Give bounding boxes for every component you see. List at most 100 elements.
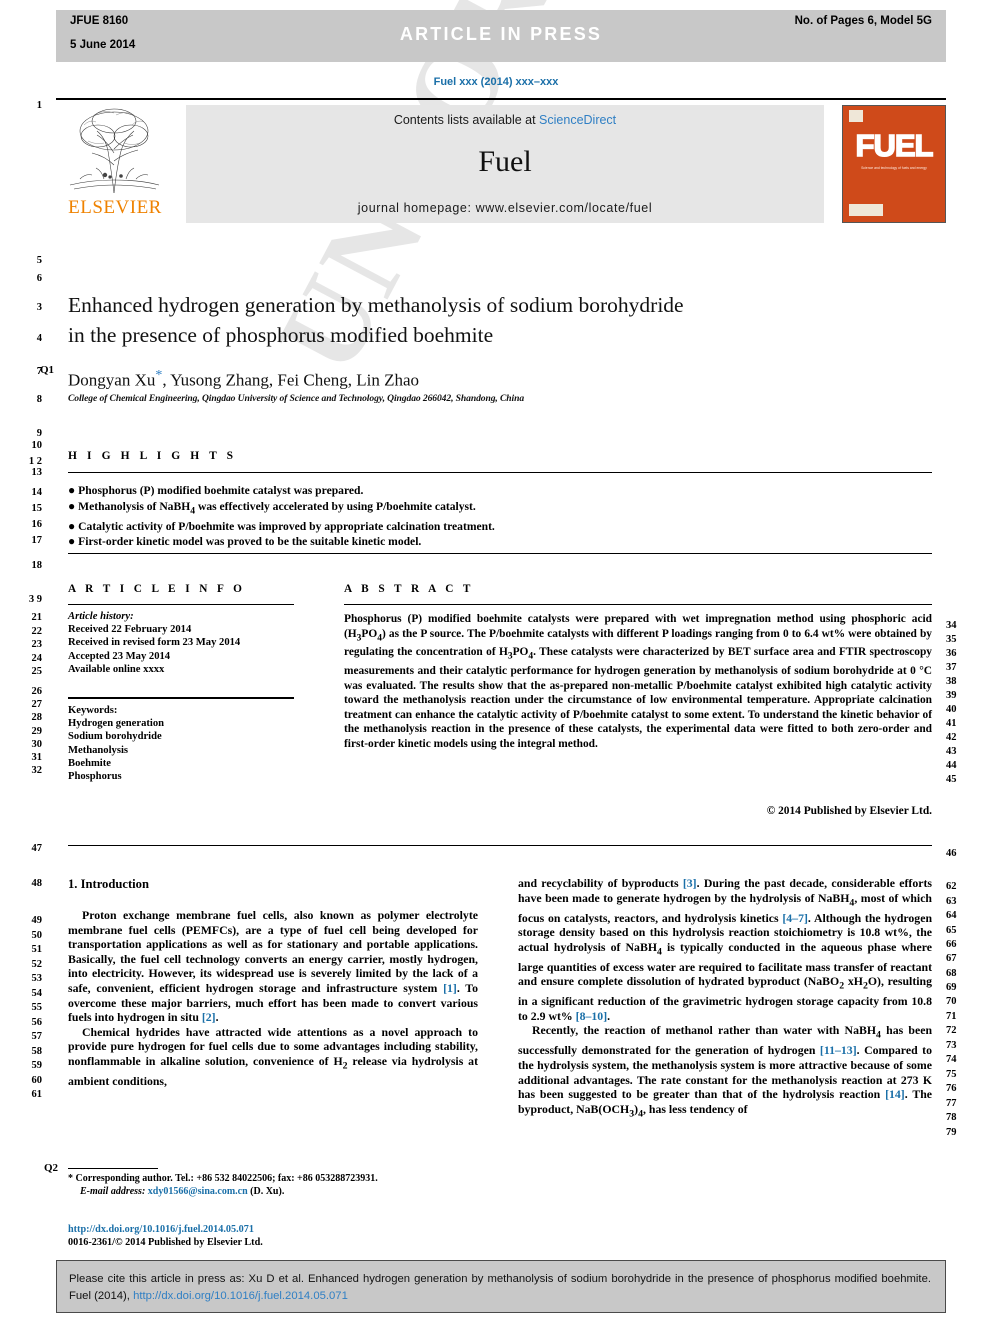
page-title: Enhanced hydrogen generation by methanol… [68, 290, 868, 350]
line-number: 26 [31, 686, 43, 697]
article-history: Article history: Received 22 February 20… [68, 610, 318, 676]
line-number: 39 [946, 690, 957, 701]
line-number: 45 [946, 774, 957, 785]
cite-doi-link[interactable]: http://dx.doi.org/10.1016/j.fuel.2014.05… [133, 1290, 348, 1302]
title-line-1: Enhanced hydrogen generation by methanol… [68, 293, 684, 317]
cite-text: Please cite this article in press as: Xu… [69, 1271, 931, 1305]
line-number: 62 [946, 881, 957, 892]
line-number: 46 [946, 848, 957, 859]
journal-header-box: Contents lists available at ScienceDirec… [186, 105, 824, 223]
line-number: 76 [946, 1083, 957, 1094]
email-suffix: (D. Xu). [250, 1185, 285, 1197]
line-number: 32 [31, 765, 43, 776]
line-number: 73 [946, 1040, 957, 1051]
abstract-rule-bottom [68, 845, 932, 846]
line-number: 72 [946, 1025, 957, 1036]
line-number: 70 [946, 996, 957, 1007]
highlights-rule-bottom [68, 553, 932, 554]
email-note: E-mail address: xdy01566@sina.com.cn (D.… [68, 1186, 478, 1199]
elsevier-wordmark: ELSEVIER [68, 197, 162, 218]
footnote-rule [68, 1168, 158, 1169]
line-number: 57 [31, 1031, 43, 1042]
line-number: 21 [31, 612, 43, 623]
line-number: 31 [31, 752, 43, 763]
line-number: 69 [946, 982, 957, 993]
author-list: Dongyan Xu*, Yusong Zhang, Fei Cheng, Li… [68, 368, 868, 391]
query-tag-q1[interactable]: Q1 [40, 364, 54, 376]
line-number: 5 [36, 255, 42, 266]
line-number: 4 [36, 333, 42, 344]
author-rest: , Yusong Zhang, Fei Cheng, Lin Zhao [162, 370, 420, 390]
cover-subtitle: Science and technology of fuels and ener… [861, 166, 927, 170]
line-number: 63 [946, 896, 957, 907]
keyword-item: Methanolysis [68, 744, 129, 756]
line-number: 37 [946, 662, 957, 673]
abstract-heading: A B S T R A C T [344, 583, 474, 595]
line-number: 17 [31, 535, 43, 546]
line-number: 25 [31, 666, 43, 677]
email-link[interactable]: xdy01566@sina.com.cn [148, 1186, 248, 1197]
line-number: 13 [31, 467, 43, 478]
line-number: 61 [31, 1089, 43, 1100]
journal-homepage[interactable]: journal homepage: www.elsevier.com/locat… [186, 201, 824, 215]
line-number: 79 [946, 1127, 957, 1138]
sciencedirect-link[interactable]: ScienceDirect [539, 113, 616, 127]
elsevier-logo: ELSEVIER [56, 105, 174, 223]
line-number: 34 [946, 620, 957, 631]
paragraph: Chemical hydrides have attracted wide at… [68, 1024, 478, 1088]
author-first: Dongyan Xu [68, 370, 156, 390]
list-item: ● Catalytic activity of P/boehmite was i… [68, 518, 495, 533]
keyword-item: Hydrogen generation [68, 718, 165, 730]
body-column-right: and recyclability of byproducts [3]. Dur… [518, 876, 932, 1122]
line-number: 28 [31, 712, 43, 723]
footnote-block: * Corresponding author. Tel.: +86 532 84… [68, 1173, 478, 1198]
highlights-rule-top [68, 472, 932, 473]
line-number: 1 2 [28, 456, 42, 467]
query-tag-q2[interactable]: Q2 [44, 1162, 58, 1174]
article-in-press-label: ARTICLE IN PRESS [399, 24, 603, 44]
article-in-press-bar: JFUE 8160 5 June 2014 ARTICLE IN PRESS N… [56, 10, 946, 62]
line-number: 40 [946, 704, 957, 715]
doi-link[interactable]: http://dx.doi.org/10.1016/j.fuel.2014.05… [68, 1224, 478, 1237]
article-info-heading: A R T I C L E I N F O [68, 583, 246, 595]
line-number: 71 [946, 1011, 957, 1022]
line-number: 42 [946, 732, 957, 743]
paper-page: UNCORRECTED PROOF JFUE 8160 5 June 2014 … [0, 0, 992, 1323]
line-number: 64 [946, 910, 957, 921]
line-number: 16 [31, 519, 43, 530]
line-number: 1 [36, 100, 42, 111]
highlight-text: Methanolysis of NaBH4 was effectively ac… [78, 499, 476, 516]
line-number: 74 [946, 1054, 957, 1065]
line-number: 48 [31, 878, 43, 889]
line-number: 38 [946, 676, 957, 687]
paragraph: and recyclability of byproducts [3]. Dur… [518, 876, 933, 1023]
running-head: Fuel xxx (2014) xxx–xxx [433, 76, 559, 88]
history-item: Accepted 23 May 2014 [68, 650, 171, 662]
line-number: 36 [946, 648, 957, 659]
line-number: 77 [946, 1098, 957, 1109]
line-number: 24 [31, 653, 43, 664]
abstract-copyright: © 2014 Published by Elsevier Ltd. [766, 805, 932, 817]
keyword-item: Sodium borohydride [68, 731, 162, 743]
line-number: 27 [31, 699, 43, 710]
line-number: 56 [31, 1017, 43, 1028]
title-line-2: in the presence of phosphorus modified b… [68, 323, 494, 347]
keyword-item: Boehmite [68, 757, 111, 769]
line-number: 53 [31, 973, 43, 984]
line-number: 7 [36, 366, 42, 377]
affiliation: College of Chemical Engineering, Qingdao… [68, 393, 525, 404]
line-number: 52 [31, 959, 43, 970]
line-number: 54 [31, 988, 43, 999]
contents-prefix: Contents lists available at [393, 113, 540, 127]
cover-title: FUEL [855, 127, 934, 164]
history-item: Received 22 February 2014 [68, 624, 192, 636]
line-number: 6 [36, 273, 42, 284]
line-number: 44 [946, 760, 957, 771]
line-number: 15 [31, 503, 43, 514]
line-number: 60 [31, 1075, 43, 1086]
line-number: 78 [946, 1112, 957, 1123]
highlights-heading: H I G H L I G H T S [68, 450, 237, 462]
journal-masthead: ELSEVIER Contents lists available at Sci… [56, 98, 946, 225]
list-item: ● Phosphorus (P) modified boehmite catal… [68, 483, 364, 497]
history-item: Available online xxxx [68, 663, 165, 675]
